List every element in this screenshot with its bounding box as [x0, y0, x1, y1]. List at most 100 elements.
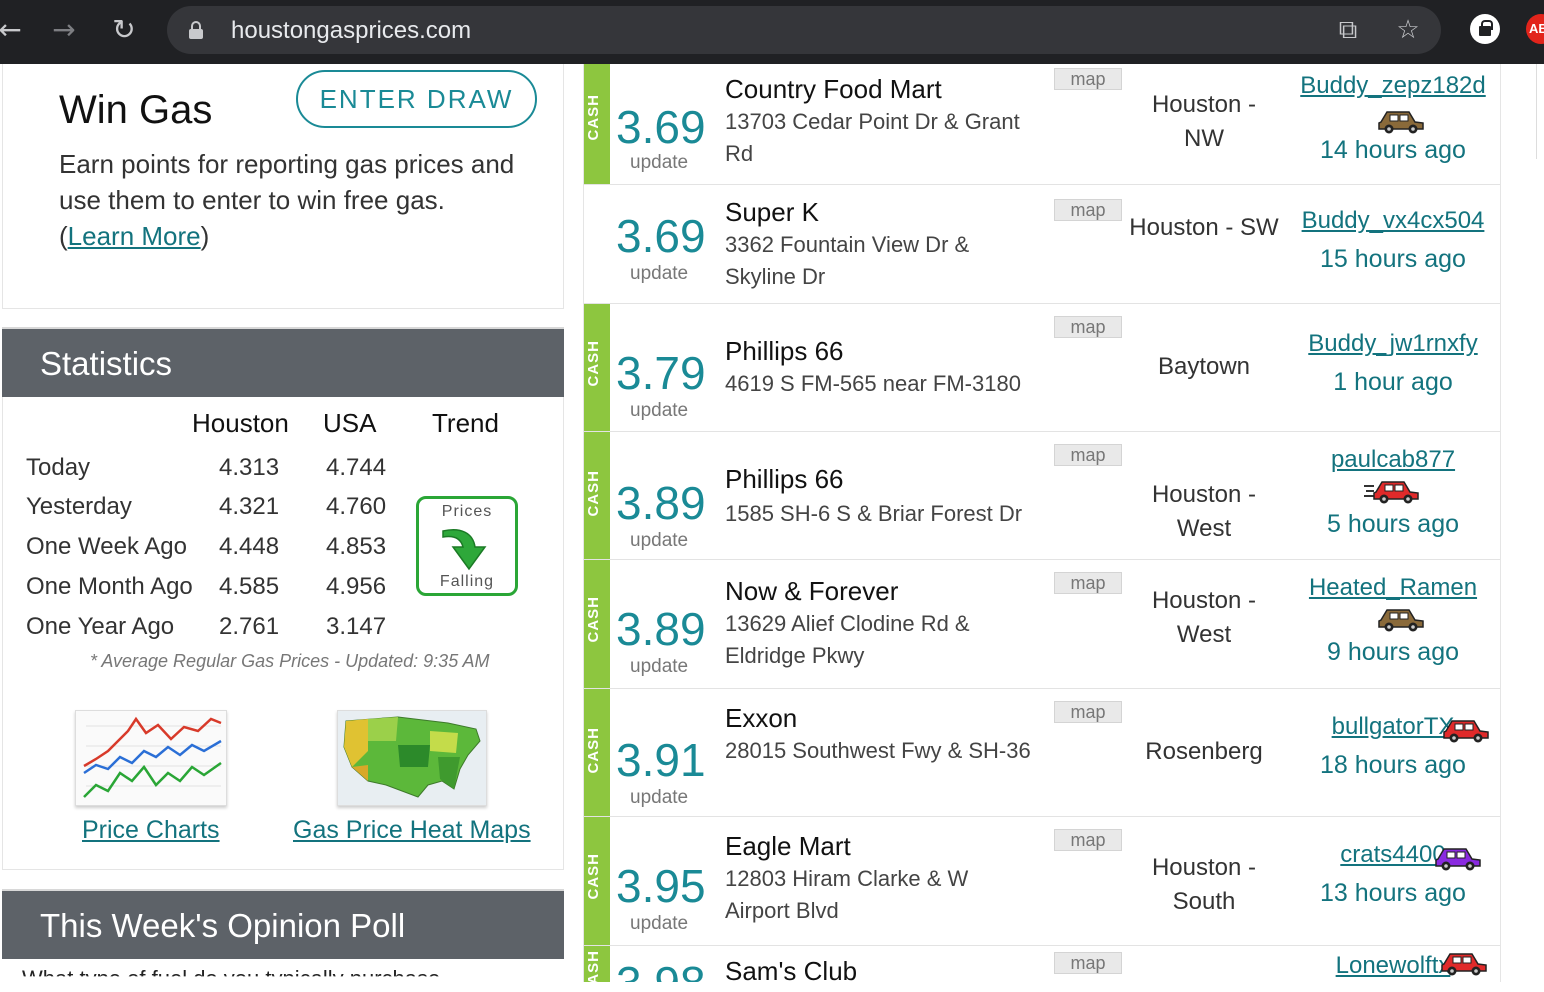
reporter-username-link[interactable]: paulcab877 [1284, 446, 1500, 474]
open-paren: ( [59, 221, 68, 251]
update-price-link[interactable]: update [630, 913, 688, 935]
price-chart-thumbnail[interactable] [75, 710, 227, 806]
back-icon[interactable]: ← [0, 14, 26, 46]
stat-usa: 4.744 [326, 454, 387, 481]
station-name-link[interactable]: Exxon [725, 703, 797, 734]
cash-label: CASH [585, 950, 602, 982]
cash-label: CASH [585, 727, 602, 774]
stat-houston: 4.321 [219, 493, 280, 520]
win-gas-text: Earn points for reporting gas prices and… [59, 149, 515, 215]
stat-label: Yesterday [26, 493, 132, 520]
adblock-extension-icon[interactable]: AB [1526, 14, 1544, 44]
enter-draw-button[interactable]: ENTER DRAW [296, 70, 537, 128]
stat-row-year: One Year Ago 2.761 3.147 [24, 613, 424, 653]
trend-top-text: Prices [441, 503, 493, 520]
car-rank-icon [1378, 111, 1424, 134]
station-area: Houston - South [1151, 854, 1257, 915]
station-address: 1585 SH-6 S & Briar Forest Dr [725, 501, 1023, 526]
station-area: Houston - West [1151, 587, 1257, 648]
station-list: CASH 3.69 update Country Food Mart 13703 … [583, 64, 1501, 982]
map-button[interactable]: map [1054, 952, 1122, 974]
station-name-link[interactable]: Phillips 66 [725, 464, 844, 495]
reporter-username-link[interactable]: Heated_Ramen [1284, 574, 1500, 602]
map-button[interactable]: map [1054, 701, 1122, 723]
heat-map-image [338, 711, 486, 805]
gas-price: 3.69 [616, 101, 706, 153]
map-button[interactable]: map [1054, 199, 1122, 221]
url-text[interactable]: houstongasprices.com [231, 17, 471, 45]
update-price-link[interactable]: update [630, 530, 688, 552]
reload-icon[interactable]: ↻ [108, 14, 140, 46]
station-name-link[interactable]: Phillips 66 [725, 336, 844, 367]
price-chart-image [76, 711, 226, 805]
update-price-link[interactable]: update [630, 263, 688, 285]
reporter-username-link[interactable]: Buddy_vx4cx504 [1284, 207, 1500, 235]
gas-price: 3.98 [616, 956, 706, 982]
map-button[interactable]: map [1054, 572, 1122, 594]
station-name-link[interactable]: Sam's Club [725, 956, 857, 982]
reporter-username-link[interactable]: Buddy_jw1rnxfy [1284, 330, 1500, 358]
update-price-link[interactable]: update [630, 656, 688, 678]
update-price-link[interactable]: update [630, 152, 688, 174]
cash-label: CASH [585, 340, 602, 387]
cash-label: CASH [585, 94, 602, 141]
car-rank-icon [1443, 720, 1489, 743]
statistics-note: * Average Regular Gas Prices - Updated: … [90, 651, 490, 671]
address-bar[interactable]: houstongasprices.com ⧉ ☆ [167, 6, 1441, 54]
extension-lock-icon[interactable] [1470, 14, 1500, 44]
update-price-link[interactable]: update [630, 400, 688, 422]
station-row: CASH 3.89 update Now & Forever 13629 Alie… [584, 560, 1500, 689]
station-row: 3.69 update Super K 3362 Fountain View D… [584, 185, 1500, 304]
stat-row-today: Today 4.313 4.744 [24, 454, 424, 494]
reporter-username-link[interactable]: Buddy_zepz182d [1284, 72, 1500, 100]
browser-toolbar: ← → ↻ houstongasprices.com ⧉ ☆ AB [0, 0, 1544, 64]
station-name-link[interactable]: Now & Forever [725, 576, 898, 607]
station-row: CASH3.98 update Sam's Club map Lonewolft… [584, 946, 1500, 982]
station-row: CASH 3.89 update Phillips 66 1585 SH-6 S … [584, 432, 1500, 560]
stat-houston: 4.585 [219, 573, 280, 600]
station-name-link[interactable]: Eagle Mart [725, 831, 851, 862]
bookmark-star-icon[interactable]: ☆ [1393, 15, 1423, 45]
win-gas-title: Win Gas [59, 88, 213, 132]
poll-question-partial: What type of fuel do you typically purch… [22, 966, 441, 991]
station-address: 13703 Cedar Point Dr & Grant Rd [725, 109, 1020, 166]
station-row: CASH 3.69 update Country Food Mart 13703 … [584, 64, 1500, 185]
statistics-header: Statistics [2, 327, 564, 397]
heat-map-thumbnail[interactable] [337, 710, 487, 806]
reported-time: 1 hour ago [1333, 368, 1453, 396]
cash-label: CASH [585, 853, 602, 900]
map-button[interactable]: map [1054, 68, 1122, 90]
gas-price: 3.89 [616, 477, 706, 529]
update-price-link[interactable]: update [630, 787, 688, 809]
car-rank-icon [1435, 848, 1481, 871]
car-rank-icon [1441, 953, 1487, 976]
cash-label: CASH [585, 470, 602, 517]
stat-usa: 3.147 [326, 613, 387, 640]
station-address: 28015 Southwest Fwy & SH-36 [725, 738, 1031, 763]
heat-maps-link[interactable]: Gas Price Heat Maps [293, 816, 531, 845]
car-rank-icon [1364, 481, 1419, 504]
map-button[interactable]: map [1054, 444, 1122, 466]
station-area: Houston - SW [1129, 214, 1279, 241]
reported-time: 9 hours ago [1326, 638, 1460, 666]
forward-icon[interactable]: → [48, 14, 80, 46]
col-header-houston: Houston [192, 408, 289, 438]
price-charts-link[interactable]: Price Charts [82, 816, 220, 845]
stat-label: One Year Ago [26, 613, 175, 640]
map-button[interactable]: map [1054, 829, 1122, 851]
stat-row-week: One Week Ago 4.448 4.853 [24, 533, 424, 573]
scrollbar[interactable] [1536, 64, 1544, 159]
opinion-poll-header: This Week's Opinion Poll [2, 889, 564, 959]
learn-more-link[interactable]: Learn More [68, 221, 201, 251]
station-name-link[interactable]: Super K [725, 197, 819, 228]
station-area: Houston - West [1151, 481, 1257, 542]
share-icon[interactable]: ⧉ [1333, 15, 1363, 45]
station-name-link[interactable]: Country Food Mart [725, 74, 942, 105]
station-address: 12803 Hiram Clarke & W Airport Blvd [725, 866, 969, 923]
stat-label: One Week Ago [26, 533, 187, 560]
win-gas-description: Earn points for reporting gas prices and… [59, 146, 559, 254]
col-header-trend: Trend [432, 408, 499, 438]
lock-icon[interactable] [189, 21, 203, 39]
station-area: Baytown [1157, 353, 1251, 380]
map-button[interactable]: map [1054, 316, 1122, 338]
